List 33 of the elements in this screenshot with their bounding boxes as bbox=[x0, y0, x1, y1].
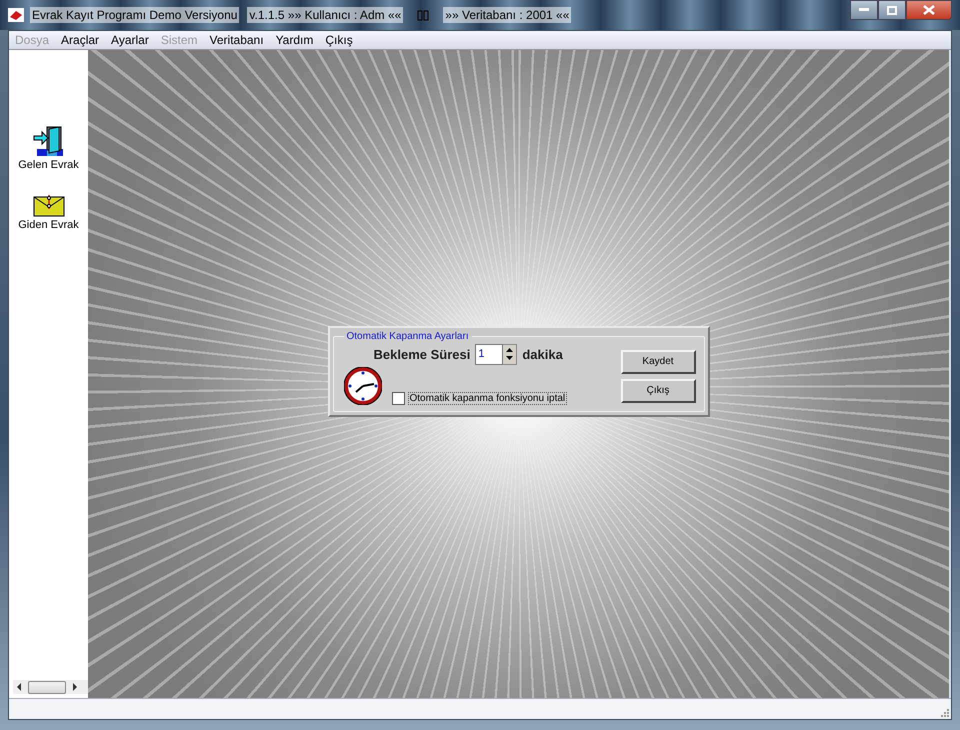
group-title: Otomatik Kapanma Ayarları bbox=[346, 330, 470, 342]
sidebar-shortcut[interactable]: Gelen Evrak bbox=[18, 125, 79, 171]
maximize-button[interactable] bbox=[878, 0, 906, 20]
scroll-left-icon bbox=[16, 683, 22, 691]
horizontal-scrollbar[interactable] bbox=[13, 680, 88, 694]
scroll-thumb[interactable] bbox=[28, 680, 66, 694]
menu-item[interactable]: Yardım bbox=[270, 33, 320, 47]
minimize-icon bbox=[859, 8, 869, 12]
resize-grip-icon bbox=[941, 709, 949, 717]
minutes-field[interactable]: 1 bbox=[475, 344, 504, 364]
minimize-button[interactable] bbox=[850, 0, 878, 20]
close-icon bbox=[923, 5, 935, 15]
menu-item[interactable]: Araçlar bbox=[55, 33, 106, 47]
app-icon bbox=[8, 8, 24, 22]
unit-label: dakika bbox=[522, 346, 563, 362]
menu-item[interactable]: Ayarlar bbox=[105, 33, 155, 47]
wait-label: Bekleme Süresi bbox=[374, 346, 470, 362]
menu-item[interactable]: Veritabanı bbox=[204, 33, 270, 47]
database-icon bbox=[417, 10, 430, 20]
window-title: Evrak Kayıt Programı Demo Versiyonu bbox=[30, 7, 240, 23]
maximize-icon bbox=[887, 6, 897, 14]
database-info: »» Veritabanı : 2001 «« bbox=[443, 7, 572, 23]
scroll-right-icon bbox=[72, 683, 78, 691]
door-arrow-icon bbox=[32, 125, 64, 157]
clock-icon bbox=[344, 366, 382, 404]
close-button[interactable] bbox=[906, 0, 952, 20]
exit-button[interactable]: Çıkış bbox=[620, 378, 696, 402]
checkbox[interactable] bbox=[392, 392, 404, 404]
save-button[interactable]: Kaydet bbox=[620, 350, 696, 374]
menu-item[interactable]: Çıkış bbox=[319, 33, 359, 47]
version-user-info: v.1.1.5 »» Kullanıcı : Adm «« bbox=[247, 7, 404, 23]
envelope-icon bbox=[32, 193, 64, 217]
sidebar-shortcut[interactable]: Giden Evrak bbox=[18, 193, 79, 231]
